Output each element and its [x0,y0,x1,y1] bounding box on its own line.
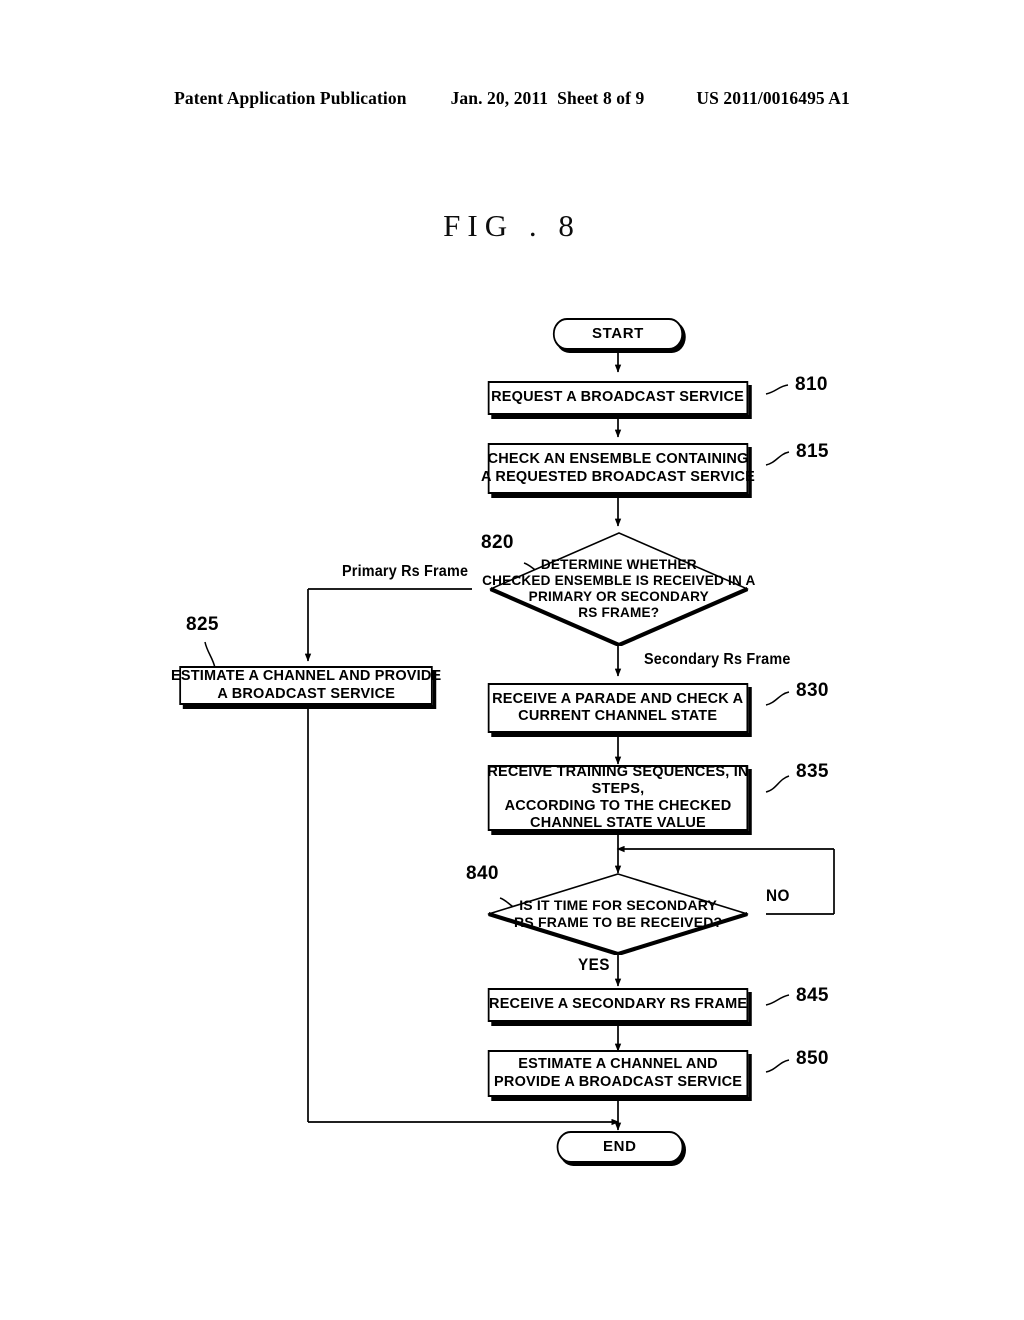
flowchart-node-820[interactable]: DETERMINE WHETHER CHECKED ENSEMBLE IS RE… [482,532,755,646]
ref-numeral-845: 845 [796,985,829,1006]
node-830-line1: RECEIVE A PARADE AND CHECK A [492,690,744,707]
node-835-line2: ACCORDING TO THE CHECKED [504,798,732,814]
ref-numeral-830: 830 [796,680,829,701]
ref-numeral-835: 835 [796,761,829,782]
node-850-line2: PROVIDE A BROADCAST SERVICE [493,1073,743,1090]
flowchart-node-845[interactable]: RECEIVE A SECONDARY RS FRAME [487,988,749,1022]
ref-numeral-825: 825 [186,614,219,635]
node-810-line1: REQUEST A BROADCAST SERVICE [491,389,745,406]
node-820-line2: CHECKED ENSEMBLE IS RECEIVED IN A [482,572,756,588]
flowchart-node-830[interactable]: RECEIVE A PARADE AND CHECK A CURRENT CHA… [487,683,749,733]
ref-numeral-820: 820 [481,532,514,553]
node-820-line3: PRIMARY OR SECONDARY [528,589,710,604]
node-830-line2: CURRENT CHANNEL STATE [518,708,718,724]
edge-label-no: NO [766,886,790,905]
node-end-label: END [603,1138,637,1156]
node-835-line3: CHANNEL STATE VALUE [530,815,706,832]
node-835-line1: RECEIVE TRAINING SEQUENCES, IN STEPS, [487,763,749,797]
node-815-line1: CHECK AN ENSEMBLE CONTAINING [487,451,749,468]
flowchart-node-end[interactable]: END [556,1131,684,1163]
node-815-line2: A REQUESTED BROADCAST SERVICE [480,468,756,485]
flowchart-node-start[interactable]: START [552,318,684,350]
node-825-line1: ESTIMATE A CHANNEL AND PROVIDE [170,668,442,685]
flowchart-node-825[interactable]: ESTIMATE A CHANNEL AND PROVIDE A BROADCA… [171,666,441,705]
flowchart-node-850[interactable]: ESTIMATE A CHANNEL AND PROVIDE A BROADCA… [487,1050,749,1097]
node-840-line1: IS IT TIME FOR SECONDARY [519,897,717,914]
node-840-line2: RS FRAME TO BE RECEIVED? [513,914,723,930]
flowchart-node-840[interactable]: IS IT TIME FOR SECONDARY RS FRAME TO BE … [487,873,749,955]
edge-label-primary-rs-frame: Primary Rs Frame [342,563,469,580]
ref-numeral-810: 810 [795,374,828,395]
node-820-line4: RS FRAME? [578,605,660,621]
ref-numeral-840: 840 [466,863,499,884]
flowchart-node-815[interactable]: CHECK AN ENSEMBLE CONTAINING A REQUESTED… [481,443,755,494]
node-start-label: START [592,325,644,343]
node-820-line1: DETERMINE WHETHER [541,556,697,572]
node-825-line2: A BROADCAST SERVICE [217,685,395,702]
node-850-line1: ESTIMATE A CHANNEL AND [518,1056,718,1073]
flowchart-node-835[interactable]: RECEIVE TRAINING SEQUENCES, IN STEPS, AC… [487,764,748,831]
ref-numeral-850: 850 [796,1048,829,1069]
flowchart-figure: START REQUEST A BROADCAST SERVICE 810 CH… [0,0,1024,1320]
flowchart-connectors [204,350,835,1131]
edge-label-secondary-rs-frame: Secondary Rs Frame [644,651,791,668]
edge-label-yes: YES [578,955,610,974]
ref-numeral-815: 815 [796,441,829,462]
flowchart-node-810[interactable]: REQUEST A BROADCAST SERVICE [487,381,749,415]
node-845-line1: RECEIVE A SECONDARY RS FRAME [488,996,748,1013]
